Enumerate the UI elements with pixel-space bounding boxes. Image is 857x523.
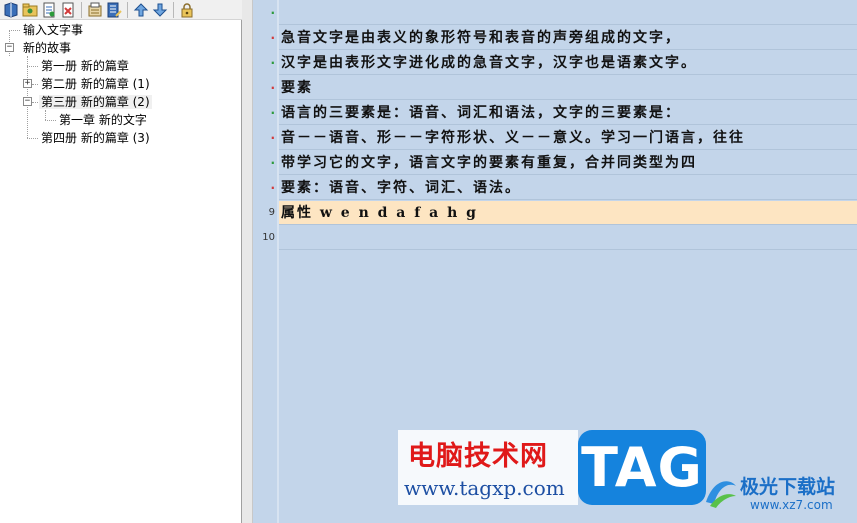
folder-open-icon[interactable] [22, 2, 38, 18]
line-marker: · [270, 31, 275, 45]
toolbar-separator [81, 1, 82, 18]
line-marker: · [270, 106, 275, 120]
toolbar [0, 0, 242, 20]
toolbar-separator [127, 1, 128, 18]
editor-line[interactable] [279, 226, 857, 250]
tree-node-story[interactable]: 新的故事 [21, 39, 73, 57]
tree-node-label: 输入文字事 [23, 23, 84, 37]
tree-connector [27, 66, 38, 67]
watermark-title: 电脑技术网 [408, 441, 548, 472]
tree-node-input[interactable]: 输入文字事 [21, 21, 85, 39]
watermark-tag-logo: TAG [578, 430, 706, 505]
editor-line[interactable]: 要素：语音、字符、词汇、语法。 [279, 176, 857, 200]
tree-node-volume-3[interactable]: 第三册 新的篇章 (2) [39, 93, 152, 111]
book-icon[interactable] [3, 1, 19, 18]
move-up-icon[interactable] [133, 2, 149, 18]
properties-icon[interactable] [87, 2, 103, 18]
lock-icon[interactable] [179, 2, 195, 18]
editor-line[interactable]: 带学习它的文字，语言文字的要素有重复，合并同类型为四 [279, 151, 857, 175]
line-number: 9 [268, 207, 275, 218]
watermark-site2-title: 极光下载站 [740, 476, 836, 498]
tree-node-volume-2[interactable]: 第二册 新的篇章 (1) [39, 75, 152, 93]
outline-tree: 输入文字事 − 新的故事 第一册 新的篇章 + 第二册 新的篇章 (1) − 第… [0, 20, 242, 523]
expand-toggle[interactable]: + [23, 79, 32, 88]
editor-line[interactable]: 急音文字是由表义的象形符号和表音的声旁组成的文字， [279, 26, 857, 50]
editor-line[interactable]: 语言的三要素是：语音、词汇和语法，文字的三要素是： [279, 101, 857, 125]
tree-node-label: 第一章 新的文字 [59, 113, 147, 127]
delete-icon[interactable] [60, 2, 76, 18]
new-document-icon[interactable] [41, 2, 57, 18]
tree-node-label: 第三册 新的篇章 (2) [39, 95, 152, 109]
move-down-icon[interactable] [152, 2, 168, 18]
tree-node-label: 第一册 新的篇章 [41, 59, 129, 73]
aurora-logo-icon [700, 472, 740, 512]
tree-connector [32, 84, 38, 85]
line-marker: · [270, 81, 275, 95]
watermark-site2: 极光下载站 www.xz7.com [700, 470, 855, 518]
watermark: 电脑技术网 www.tagxp.com TAG [398, 430, 706, 505]
line-marker: · [270, 56, 275, 70]
editor-line-current[interactable]: 属性 w e n d a f a h g [279, 201, 857, 225]
tree-node-label: 第四册 新的篇章 (3) [41, 131, 150, 145]
tree-node-volume-4[interactable]: 第四册 新的篇章 (3) [39, 129, 152, 147]
edit-icon[interactable] [106, 2, 122, 18]
line-marker: · [270, 131, 275, 145]
collapse-toggle[interactable]: − [23, 97, 32, 106]
line-gutter: · · · · · · · · 9 10 [253, 0, 277, 523]
editor-line[interactable] [279, 1, 857, 25]
editor-line[interactable]: 汉字是由表形文字进化成的急音文字，汉字也是语素文字。 [279, 51, 857, 75]
tree-connector [9, 30, 20, 31]
line-marker: · [270, 156, 275, 170]
line-marker: · [270, 181, 275, 195]
editor-line[interactable]: 要素 [279, 76, 857, 100]
collapse-toggle[interactable]: − [5, 43, 14, 52]
tree-connector [32, 102, 38, 103]
watermark-site2-url: www.xz7.com [750, 498, 833, 512]
tree-node-volume-1[interactable]: 第一册 新的篇章 [39, 57, 131, 75]
tree-connector [45, 120, 56, 121]
watermark-url: www.tagxp.com [404, 476, 565, 500]
tree-connector [45, 110, 46, 120]
tree-node-label: 第二册 新的篇章 (1) [41, 77, 150, 91]
tree-connector [27, 138, 38, 139]
line-marker: · [270, 6, 275, 20]
tree-node-label: 新的故事 [23, 41, 72, 55]
tree-node-chapter-1[interactable]: 第一章 新的文字 [57, 111, 149, 129]
toolbar-separator [173, 1, 174, 18]
line-number: 10 [262, 232, 275, 243]
editor-line[interactable]: 音－－语音、形－－字符形状、义－－意义。学习一门语言，往往 [279, 126, 857, 150]
pane-splitter[interactable] [242, 0, 253, 523]
watermark-text-block: 电脑技术网 www.tagxp.com [398, 430, 578, 505]
